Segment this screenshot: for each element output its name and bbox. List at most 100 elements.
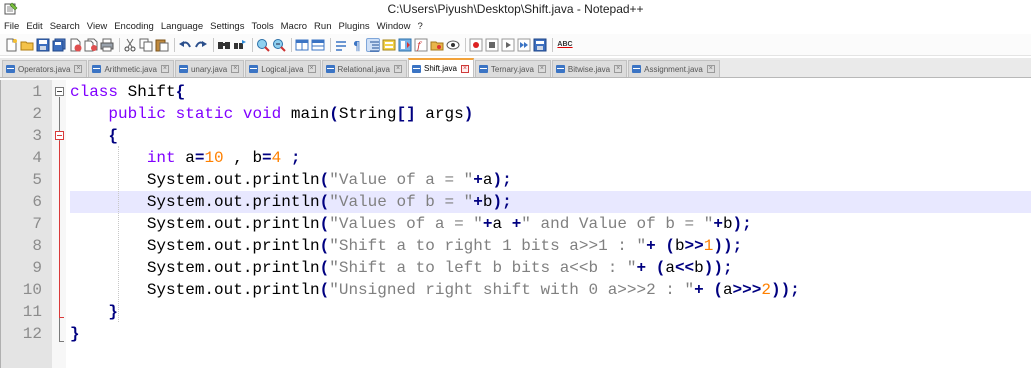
code-line[interactable]: System.out.println("Value of b = "+b); xyxy=(70,191,1031,213)
show-all-chars-icon[interactable]: ¶ xyxy=(350,38,364,53)
function-list-icon[interactable]: f xyxy=(414,38,428,52)
menu-settings[interactable]: Settings xyxy=(210,21,244,32)
monitoring-icon[interactable] xyxy=(446,38,460,52)
save-macro-icon[interactable] xyxy=(533,38,547,52)
code-token: public xyxy=(108,105,167,123)
code-token: )); xyxy=(703,259,733,277)
code-line[interactable]: System.out.println("Values of a = "+a +"… xyxy=(70,213,1031,235)
menu-edit[interactable]: Edit xyxy=(26,21,42,32)
tab-assignment[interactable]: Assignment.java × xyxy=(628,60,720,77)
code-line[interactable]: System.out.println("Shift a to left b bi… xyxy=(70,257,1031,279)
word-wrap-icon[interactable] xyxy=(334,38,348,52)
code-token: )); xyxy=(770,281,800,299)
window-title: C:\Users\Piyush\Desktop\Shift.java - Not… xyxy=(387,2,644,16)
sync-vertical-icon[interactable] xyxy=(295,38,309,52)
menu-view[interactable]: View xyxy=(87,21,107,32)
menu-search[interactable]: Search xyxy=(50,21,80,32)
code-token: ; xyxy=(281,149,301,167)
code-token: System.out.println xyxy=(146,215,320,233)
line-number: 10 xyxy=(22,281,42,299)
line-number: 2 xyxy=(32,105,42,123)
close-icon[interactable] xyxy=(68,38,82,52)
sync-horizontal-icon[interactable] xyxy=(311,38,325,52)
code-line[interactable]: } xyxy=(70,323,1031,345)
code-line[interactable]: System.out.println("Unsigned right shift… xyxy=(70,279,1031,301)
menu-macro[interactable]: Macro xyxy=(281,21,307,32)
menu-run[interactable]: Run xyxy=(314,21,331,32)
fold-collapse-icon[interactable] xyxy=(55,131,64,140)
indent-guide-icon[interactable] xyxy=(366,37,380,52)
menu-language[interactable]: Language xyxy=(161,21,203,32)
save-all-icon[interactable] xyxy=(52,38,66,52)
copy-icon[interactable] xyxy=(139,38,153,52)
menu-tools[interactable]: Tools xyxy=(251,21,273,32)
play-macro-icon[interactable] xyxy=(501,38,515,52)
tab-bitwise[interactable]: Bitwise.java × xyxy=(551,60,628,77)
code-line[interactable]: } xyxy=(70,301,1031,323)
fold-collapse-icon[interactable] xyxy=(55,87,64,96)
cut-icon[interactable] xyxy=(123,38,137,52)
svg-text:¶: ¶ xyxy=(353,39,361,52)
close-tab-icon[interactable]: × xyxy=(394,65,402,73)
run-multiple-icon[interactable] xyxy=(517,38,531,52)
menu-encoding[interactable]: Encoding xyxy=(114,21,154,32)
menu-window[interactable]: Window xyxy=(377,21,411,32)
udl-icon[interactable] xyxy=(382,38,396,52)
tab-label: Relational.java xyxy=(337,64,390,74)
paste-icon[interactable] xyxy=(155,38,169,52)
close-tab-icon[interactable]: × xyxy=(160,65,169,73)
code-token: = xyxy=(262,149,272,167)
fold-margin[interactable] xyxy=(52,80,66,368)
close-tab-icon[interactable]: × xyxy=(460,64,469,73)
save-icon[interactable] xyxy=(36,38,50,52)
close-tab-icon[interactable]: × xyxy=(537,65,546,73)
close-tab-icon[interactable]: × xyxy=(307,65,316,73)
record-macro-icon[interactable] xyxy=(469,38,483,52)
stop-record-icon[interactable] xyxy=(485,38,499,52)
code-line[interactable]: int a=10 , b=4 ; xyxy=(70,147,1031,169)
doc-map-icon[interactable] xyxy=(398,38,412,52)
spell-check-icon[interactable]: ABC xyxy=(556,38,574,52)
close-tab-icon[interactable]: × xyxy=(74,65,83,73)
code-area[interactable]: } } System.out.println("Unsigned right s… xyxy=(70,80,1031,368)
redo-icon[interactable] xyxy=(194,38,208,52)
code-token: ( xyxy=(319,281,330,299)
code-token: System.out.println xyxy=(146,237,320,255)
tab-arithmetic[interactable]: Arithmetic.java × xyxy=(88,60,174,77)
tab-unary[interactable]: unary.java × xyxy=(174,60,245,77)
code-line[interactable]: System.out.println("Shift a to right 1 b… xyxy=(70,235,1031,257)
tab-relational[interactable]: Relational.java × xyxy=(321,60,407,77)
close-tab-icon[interactable]: × xyxy=(614,65,623,73)
tab-ternary[interactable]: Ternary.java × xyxy=(474,60,551,77)
code-line[interactable]: System.out.println("Value of a = "+a); xyxy=(70,169,1031,191)
zoom-in-icon[interactable] xyxy=(256,38,270,52)
menu-file[interactable]: File xyxy=(4,21,19,32)
close-tab-icon[interactable]: × xyxy=(706,65,715,73)
editor-pane[interactable]: 1 2 3 4 5 6 7 8 9 10 11 12 } } System.out.println("… xyxy=(0,80,1031,368)
code-line[interactable]: class Shift{ xyxy=(70,81,1031,103)
print-icon[interactable] xyxy=(100,38,114,52)
find-icon[interactable] xyxy=(217,38,231,52)
code-line[interactable]: public static void main(String[] args) xyxy=(70,103,1031,125)
tab-label: Assignment.java xyxy=(644,64,703,74)
replace-icon[interactable] xyxy=(233,38,247,52)
tab-logical[interactable]: Logical.java × xyxy=(245,60,321,77)
close-tab-icon[interactable]: × xyxy=(231,65,240,73)
new-file-icon[interactable] xyxy=(4,38,18,52)
close-all-icon[interactable] xyxy=(84,38,98,52)
menu-help[interactable]: ? xyxy=(417,21,422,32)
code-token: ( xyxy=(319,193,330,211)
file-tab-icon xyxy=(478,65,488,73)
open-file-icon[interactable] xyxy=(20,38,34,52)
file-tab-icon xyxy=(325,65,335,73)
tab-operators[interactable]: Operators.java × xyxy=(2,60,88,77)
menu-plugins[interactable]: Plugins xyxy=(338,21,369,32)
zoom-out-icon[interactable] xyxy=(272,38,286,52)
folder-workspace-icon[interactable] xyxy=(430,38,444,52)
code-line[interactable]: { xyxy=(70,125,1031,147)
code-token: b xyxy=(482,193,493,211)
tab-shift[interactable]: Shift.java × xyxy=(408,58,474,77)
code-token: ( xyxy=(319,215,330,233)
undo-icon[interactable] xyxy=(178,38,192,52)
